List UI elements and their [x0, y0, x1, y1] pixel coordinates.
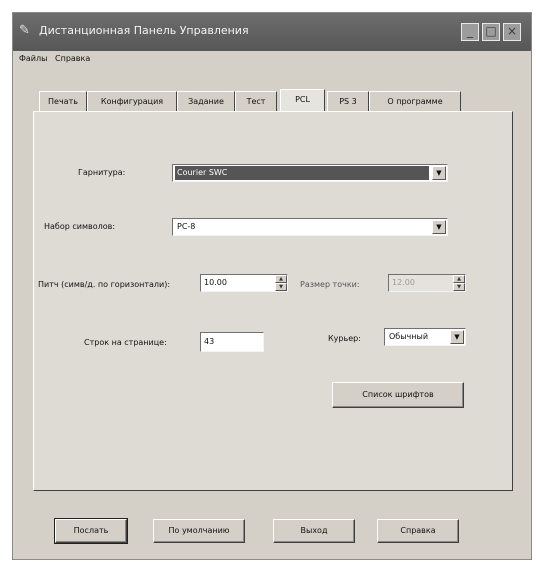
- tab-about[interactable]: О программе: [369, 91, 461, 111]
- lines-per-page-label: Строк на странице:: [84, 338, 167, 347]
- close-button[interactable]: ×: [503, 23, 521, 41]
- tab-print[interactable]: Печать: [39, 91, 87, 111]
- point-size-spin-buttons: ▲ ▼: [453, 275, 465, 291]
- send-button[interactable]: Послать: [54, 518, 128, 544]
- pitch-label: Питч (симв/д. по горизонтали):: [38, 280, 171, 289]
- symbol-set-label: Набор символов:: [44, 222, 116, 231]
- typeface-label: Гарнитура:: [78, 168, 126, 177]
- help-button[interactable]: Справка: [377, 519, 459, 543]
- courier-value: Обычный: [389, 332, 429, 341]
- maximize-button[interactable]: □: [482, 23, 500, 41]
- printer-icon: ✎: [19, 23, 30, 38]
- tab-test[interactable]: Тест: [235, 91, 277, 111]
- menu-help[interactable]: Справка: [55, 54, 90, 63]
- tab-ps3[interactable]: PS 3: [327, 91, 369, 111]
- pitch-value: 10.00: [204, 278, 227, 287]
- tab-configuration[interactable]: Конфигурация: [87, 91, 177, 111]
- point-size-value: 12.00: [392, 278, 415, 287]
- main-window: ✎ Дистанционная Панель Управления _ □ × …: [12, 12, 532, 560]
- font-list-button[interactable]: Список шрифтов: [332, 382, 464, 408]
- defaults-button[interactable]: По умолчанию: [153, 519, 245, 543]
- spin-up-icon[interactable]: ▲: [275, 275, 287, 283]
- spin-down-icon[interactable]: ▼: [275, 283, 287, 291]
- lines-per-page-field[interactable]: 43: [200, 332, 264, 352]
- courier-select[interactable]: Обычный ▼: [384, 328, 466, 346]
- pcl-settings-panel: Гарнитура: Courier SWC ▼ Набор символов:…: [33, 111, 513, 491]
- title-bar[interactable]: ✎ Дистанционная Панель Управления _ □ ×: [13, 13, 531, 51]
- typeface-value: Courier SWC: [175, 166, 429, 180]
- courier-label: Курьер:: [328, 334, 361, 343]
- point-size-stepper: 12.00 ▲ ▼: [388, 274, 466, 292]
- menu-bar: Файлы Справка: [13, 51, 531, 69]
- pitch-spin-buttons: ▲ ▼: [275, 275, 287, 291]
- minimize-button[interactable]: _: [461, 23, 479, 41]
- chevron-down-icon[interactable]: ▼: [432, 166, 446, 180]
- symbol-set-value: PC-8: [177, 222, 196, 231]
- exit-button[interactable]: Выход: [273, 519, 355, 543]
- pitch-stepper[interactable]: 10.00 ▲ ▼: [200, 274, 288, 292]
- spin-down-icon: ▼: [453, 283, 465, 291]
- spin-up-icon: ▲: [453, 275, 465, 283]
- menu-files[interactable]: Файлы: [19, 54, 47, 63]
- symbol-set-select[interactable]: PC-8 ▼: [172, 218, 448, 236]
- chevron-down-icon[interactable]: ▼: [432, 220, 446, 234]
- tab-pcl[interactable]: PCL: [280, 89, 325, 112]
- tab-job[interactable]: Задание: [177, 91, 235, 111]
- typeface-select[interactable]: Courier SWC ▼: [172, 164, 448, 182]
- window-title: Дистанционная Панель Управления: [39, 24, 249, 37]
- point-size-label: Размер точки:: [300, 280, 360, 289]
- chevron-down-icon[interactable]: ▼: [450, 330, 464, 344]
